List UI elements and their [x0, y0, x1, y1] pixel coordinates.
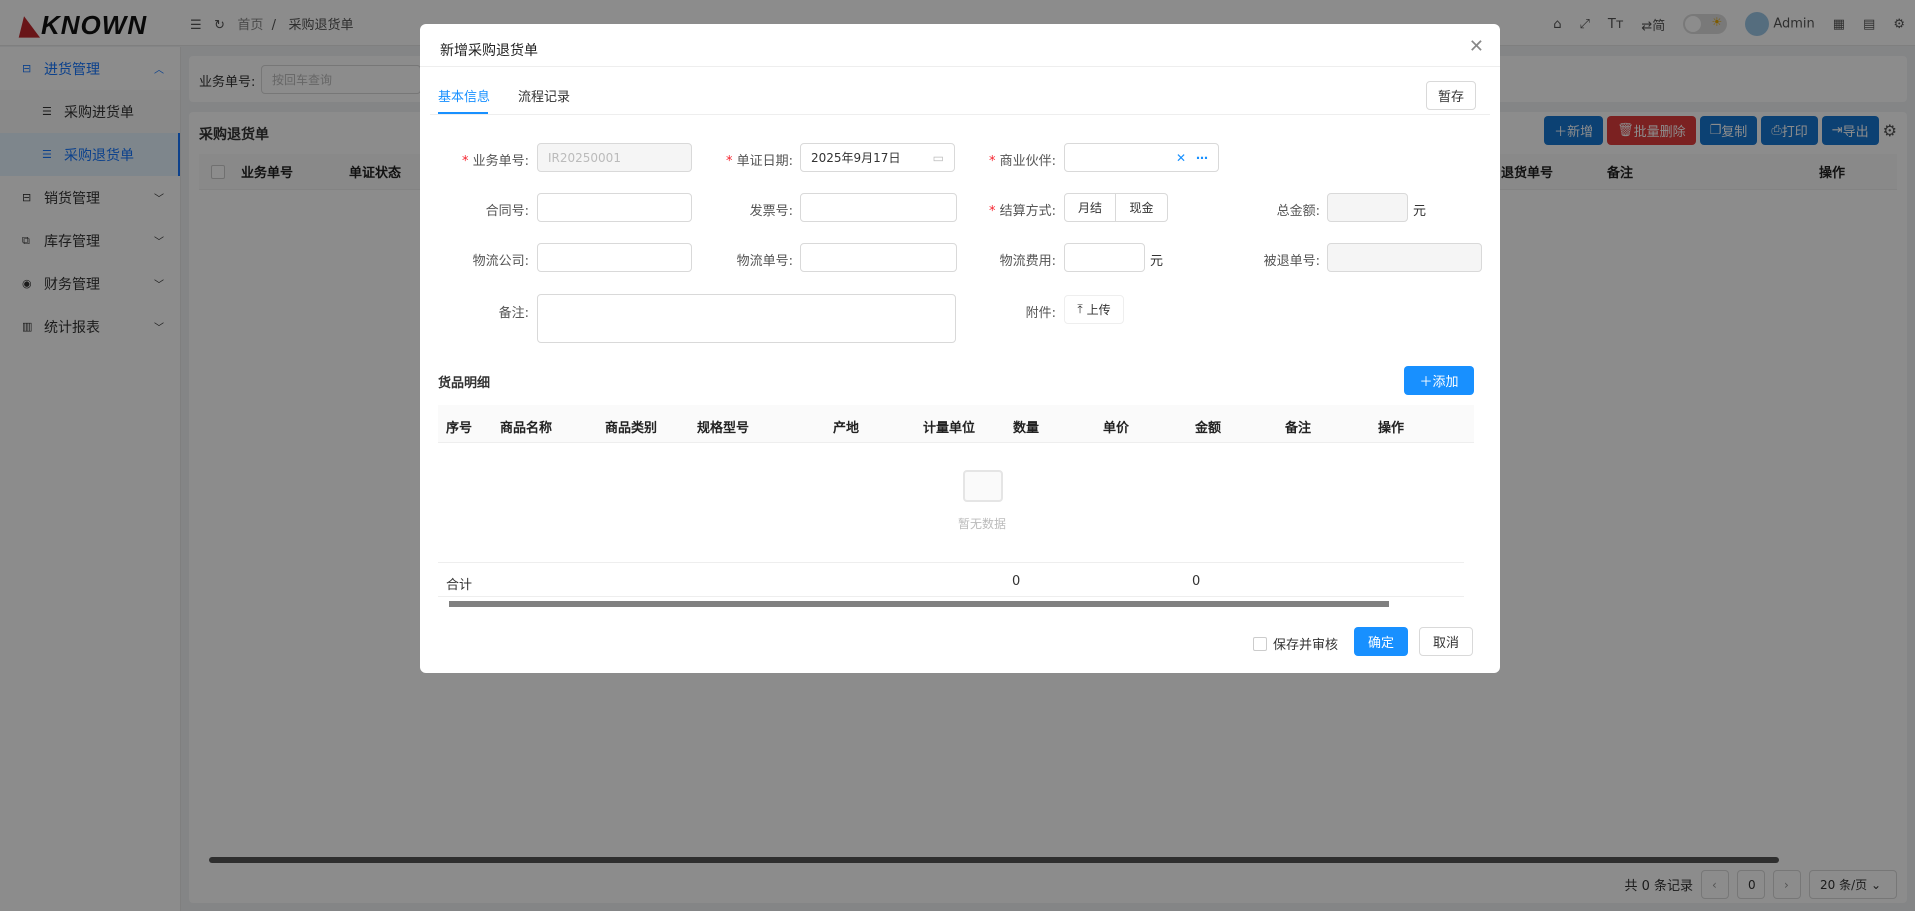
remark-textarea[interactable] — [537, 294, 956, 343]
add-goods-button[interactable]: ＋ 添加 — [1404, 366, 1474, 395]
cancel-button[interactable]: 取消 — [1419, 627, 1473, 656]
sum-quantity: 0 — [1012, 574, 1021, 589]
logistics-company-field[interactable] — [537, 243, 692, 272]
remark-label: 备注: — [498, 306, 529, 321]
attachment-label: 附件: — [1025, 306, 1056, 321]
logistics-fee-field[interactable] — [1064, 243, 1145, 272]
upload-icon: ⤒ — [1077, 302, 1083, 316]
logistics-company-label: 物流公司: — [472, 254, 529, 269]
total-unit: 元 — [1413, 204, 1427, 219]
settle-cash[interactable]: 现金 — [1116, 193, 1168, 222]
more-icon[interactable]: ⋯ — [1196, 151, 1208, 165]
add-purchase-return-dialog: 新增采购退货单 ✕ 基本信息 流程记录 暂存 业务单号: IR20250001 … — [420, 24, 1500, 673]
goods-horizontal-scrollbar[interactable] — [449, 601, 1389, 607]
partner-label: 商业伙伴: — [936, 150, 1056, 169]
biz-no-field: IR20250001 — [537, 143, 692, 172]
tab-basic-info[interactable]: 基本信息 — [438, 86, 490, 105]
column-header: 备注 — [1285, 421, 1312, 436]
upload-button[interactable]: ⤒ 上传 — [1064, 295, 1124, 324]
save-draft-button[interactable]: 暂存 — [1426, 81, 1476, 110]
ok-button[interactable]: 确定 — [1354, 627, 1408, 656]
invoice-field[interactable] — [800, 193, 957, 222]
column-header: 商品类别 — [605, 421, 658, 436]
returned-no-label: 被退单号: — [1263, 254, 1320, 269]
column-header: 产地 — [833, 421, 860, 436]
returned-no-field — [1327, 243, 1482, 272]
column-header: 规格型号 — [697, 421, 750, 436]
contract-field[interactable] — [537, 193, 692, 222]
column-header: 序号 — [446, 421, 473, 436]
column-header: 商品名称 — [500, 421, 553, 436]
settle-label: 结算方式: — [936, 200, 1056, 219]
sum-amount: 0 — [1192, 574, 1201, 589]
close-icon[interactable]: ✕ — [1469, 36, 1484, 57]
logistics-no-label: 物流单号: — [736, 254, 793, 269]
empty-text: 暂无数据 — [958, 517, 1007, 531]
column-header: 计量单位 — [923, 421, 976, 436]
date-picker[interactable]: 2025年9月17日 ▭ — [800, 143, 955, 172]
partner-field[interactable]: ✕ ⋯ — [1064, 143, 1219, 172]
column-header: 金额 — [1195, 421, 1222, 436]
invoice-label: 发票号: — [749, 204, 793, 219]
logistics-no-field[interactable] — [800, 243, 957, 272]
logistics-fee-label: 物流费用: — [999, 254, 1056, 269]
empty-inbox-icon — [963, 470, 1003, 502]
column-header: 操作 — [1378, 421, 1405, 436]
save-audit-label[interactable]: 保存并审核 — [1273, 634, 1338, 653]
contract-label: 合同号: — [485, 204, 529, 219]
biz-no-label: 业务单号: — [409, 150, 529, 169]
settle-monthly[interactable]: 月结 — [1064, 193, 1116, 222]
total-field — [1327, 193, 1408, 222]
summary-label: 合计 — [446, 578, 473, 593]
tab-process-log[interactable]: 流程记录 — [518, 86, 570, 105]
date-label: 单证日期: — [673, 150, 793, 169]
column-header: 单价 — [1103, 421, 1130, 436]
goods-table-header: 序号 商品名称 商品类别 规格型号 产地 计量单位 数量 单价 金额 备注 操作 — [438, 405, 1474, 443]
logistics-fee-unit: 元 — [1150, 254, 1164, 269]
dialog-title: 新增采购退货单 — [440, 43, 538, 59]
settle-options: 月结 现金 — [1064, 193, 1168, 222]
save-audit-checkbox[interactable] — [1253, 636, 1267, 651]
goods-section-title: 货品明细 — [438, 376, 491, 391]
total-label: 总金额: — [1276, 204, 1320, 219]
column-header: 数量 — [1013, 421, 1040, 436]
clear-icon[interactable]: ✕ — [1176, 151, 1186, 165]
